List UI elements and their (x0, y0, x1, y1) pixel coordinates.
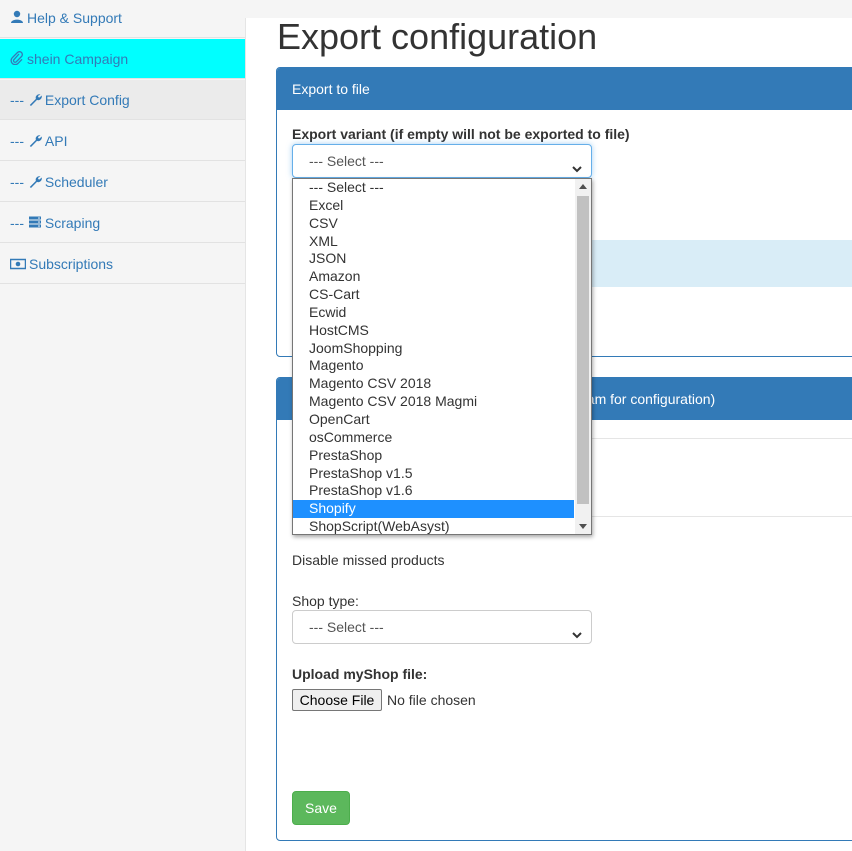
upload-label: Upload myShop file: (292, 666, 428, 682)
export-variant-select[interactable]: --- Select --- (292, 144, 592, 178)
sidebar-item-scraping[interactable]: --- Scraping (0, 203, 245, 243)
dropdown-option[interactable]: ShopScript(WebAsyst) (293, 518, 574, 534)
sidebar-item-label: Export Config (44, 92, 130, 108)
dropdown-option[interactable]: CS-Cart (293, 286, 574, 304)
sidebar-item-shein-campaign[interactable]: shein Campaign (0, 39, 245, 79)
disable-missed-products-label[interactable]: Disable missed products (292, 552, 445, 568)
page-title: Export configuration (277, 16, 598, 57)
sidebar-item-api[interactable]: --- API (0, 121, 245, 161)
scroll-down-arrow-icon[interactable] (579, 524, 587, 529)
shop-type-label: Shop type: (292, 593, 359, 609)
paperclip-icon (10, 40, 24, 80)
wrench-icon (28, 163, 42, 203)
divider (592, 516, 852, 517)
sidebar-item-label: Scraping (44, 215, 101, 231)
dropdown-option[interactable]: JoomShopping (293, 340, 574, 358)
sidebar-item-label: Scheduler (44, 174, 108, 190)
dropdown-option[interactable]: Shopify (293, 500, 574, 519)
nest-prefix: --- (10, 215, 24, 231)
shop-panel-heading-text: eam for configuration) (579, 391, 716, 407)
sidebar-item-scheduler[interactable]: --- Scheduler (0, 162, 245, 202)
dropdown-option[interactable]: CSV (293, 215, 574, 233)
nest-prefix: --- (10, 92, 24, 108)
dropdown-option[interactable]: Ecwid (293, 304, 574, 322)
divider (592, 438, 852, 439)
dropdown-option[interactable]: Magento (293, 357, 574, 375)
sidebar-item-subscriptions[interactable]: Subscriptions (0, 244, 245, 284)
dropdown-option[interactable]: PrestaShop (293, 447, 574, 465)
no-file-text: No file chosen (387, 692, 476, 708)
dropdown-option[interactable]: XML (293, 233, 574, 251)
sidebar-item-label: shein Campaign (27, 51, 129, 67)
info-box (592, 240, 852, 287)
dropdown-option[interactable]: JSON (293, 250, 574, 268)
sidebar-item-help-support[interactable]: Help & Support (0, 0, 245, 38)
sidebar-item-export-config[interactable]: --- Export Config (0, 80, 245, 120)
shop-type-select[interactable]: --- Select --- (292, 610, 592, 644)
select-value: --- Select --- (309, 619, 384, 635)
server-icon (28, 204, 42, 244)
sidebar: Help & Support shein Campaign --- Export… (0, 0, 246, 851)
choose-file-button[interactable]: Choose File (292, 689, 382, 711)
money-icon (9, 245, 27, 285)
dropdown-option[interactable]: PrestaShop v1.6 (293, 482, 574, 500)
nest-prefix: --- (10, 133, 24, 149)
dropdown-option[interactable]: PrestaShop v1.5 (293, 465, 574, 483)
dropdown-option[interactable]: OpenCart (293, 411, 574, 429)
export-panel-heading: Export to file (277, 68, 852, 110)
dropdown-options: --- Select --- Excel CSV XML JSON Amazon CS-Ca… (293, 179, 591, 534)
dropdown-option[interactable]: Excel (293, 197, 574, 215)
export-variant-dropdown-list[interactable]: --- Select --- Excel CSV XML JSON Amazon CS-Ca… (292, 178, 592, 535)
sidebar-item-label: API (44, 133, 68, 149)
scrollbar-thumb[interactable] (577, 196, 589, 504)
dropdown-scrollbar[interactable] (575, 179, 591, 534)
scroll-up-arrow-icon[interactable] (579, 184, 587, 189)
dropdown-option[interactable]: --- Select --- (293, 179, 574, 197)
dropdown-option[interactable]: osCommerce (293, 429, 574, 447)
dropdown-option[interactable]: HostCMS (293, 322, 574, 340)
dropdown-option[interactable]: Magento CSV 2018 (293, 375, 574, 393)
sidebar-item-label: Subscriptions (29, 256, 114, 272)
sidebar-item-label: Help & Support (27, 10, 122, 26)
wrench-icon (28, 122, 42, 162)
select-value: --- Select --- (309, 153, 384, 169)
export-variant-label: Export variant (if empty will not be exp… (292, 126, 630, 142)
save-button[interactable]: Save (292, 791, 350, 825)
wrench-icon (28, 81, 42, 121)
nest-prefix: --- (10, 174, 24, 190)
dropdown-option[interactable]: Magento CSV 2018 Magmi (293, 393, 574, 411)
user-icon (10, 0, 24, 39)
dropdown-option[interactable]: Amazon (293, 268, 574, 286)
chevron-down-icon (571, 620, 583, 652)
